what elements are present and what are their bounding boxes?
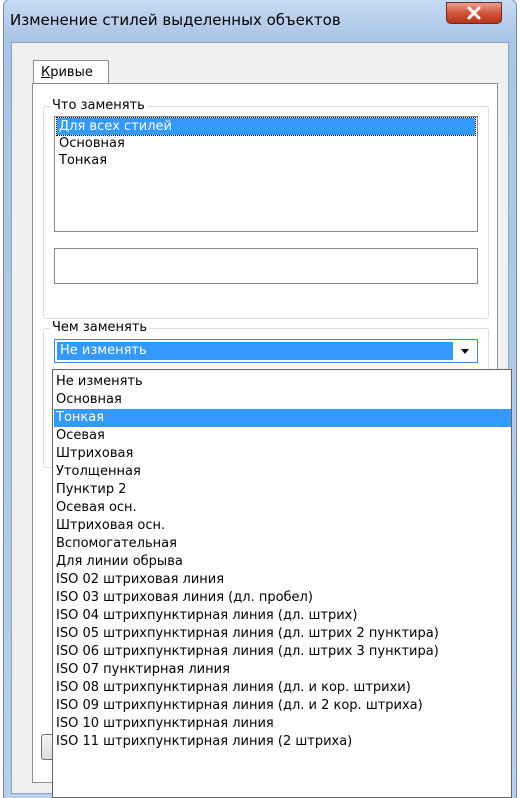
dropdown-item[interactable]: ISO 04 штрихпунктирная линия (дл. штрих): [54, 607, 511, 625]
dropdown-item[interactable]: Основная: [54, 391, 511, 409]
dropdown-item[interactable]: ISO 08 штрихпунктирная линия (дл. и кор.…: [54, 679, 511, 697]
dropdown-item[interactable]: Тонкая: [54, 409, 511, 427]
close-icon: [467, 6, 481, 20]
combobox-selected-value: Не изменять: [57, 342, 453, 360]
title-bar[interactable]: Изменение стилей выделенных объектов: [4, 0, 516, 42]
close-button[interactable]: [446, 2, 502, 24]
style-list-item[interactable]: Тонкая: [57, 152, 475, 169]
dropdown-item[interactable]: Утолщенная: [54, 463, 511, 481]
dropdown-item[interactable]: Не изменять: [54, 373, 511, 391]
dropdown-item[interactable]: Штриховая осн.: [54, 517, 511, 535]
dropdown-item[interactable]: ISO 06 штрихпунктирная линия (дл. штрих …: [54, 643, 511, 661]
dropdown-item[interactable]: Осевая осн.: [54, 499, 511, 517]
dropdown-item[interactable]: ISO 11 штрихпунктирная линия (2 штриха): [54, 733, 511, 751]
window-title: Изменение стилей выделенных объектов: [10, 11, 341, 29]
chevron-down-icon[interactable]: [461, 349, 469, 354]
dropdown-item[interactable]: ISO 05 штрихпунктирная линия (дл. штрих …: [54, 625, 511, 643]
replace-with-dropdown-list[interactable]: Не изменять Основная Тонкая Осевая Штрих…: [52, 369, 512, 798]
what-to-replace-label: Что заменять: [50, 98, 147, 114]
dropdown-item[interactable]: Для линии обрыва: [54, 553, 511, 571]
tab-curves[interactable]: Кривые: [33, 60, 109, 84]
style-list-item[interactable]: Основная: [57, 135, 475, 152]
dropdown-item[interactable]: Осевая: [54, 427, 511, 445]
dropdown-item[interactable]: ISO 03 штриховая линия (дл. пробел): [54, 589, 511, 607]
style-name-field[interactable]: [54, 248, 478, 284]
dropdown-item[interactable]: Штриховая: [54, 445, 511, 463]
dropdown-item[interactable]: ISO 02 штриховая линия: [54, 571, 511, 589]
dropdown-item[interactable]: Пунктир 2: [54, 481, 511, 499]
replace-with-label: Чем заменять: [50, 320, 150, 336]
dropdown-item[interactable]: ISO 07 пунктирная линия: [54, 661, 511, 679]
what-to-replace-group: Что заменять Для всех стилей Основная То…: [43, 98, 489, 319]
dropdown-item[interactable]: Вспомогательная: [54, 535, 511, 553]
replace-with-combobox[interactable]: Не изменять: [54, 339, 478, 363]
dropdown-item[interactable]: ISO 10 штрихпунктирная линия: [54, 715, 511, 733]
style-list-item[interactable]: Для всех стилей: [56, 117, 476, 136]
what-to-replace-listbox[interactable]: Для всех стилей Основная Тонкая: [54, 116, 478, 232]
dropdown-item[interactable]: ISO 09 штрихпунктирная линия (дл. и 2 ко…: [54, 697, 511, 715]
